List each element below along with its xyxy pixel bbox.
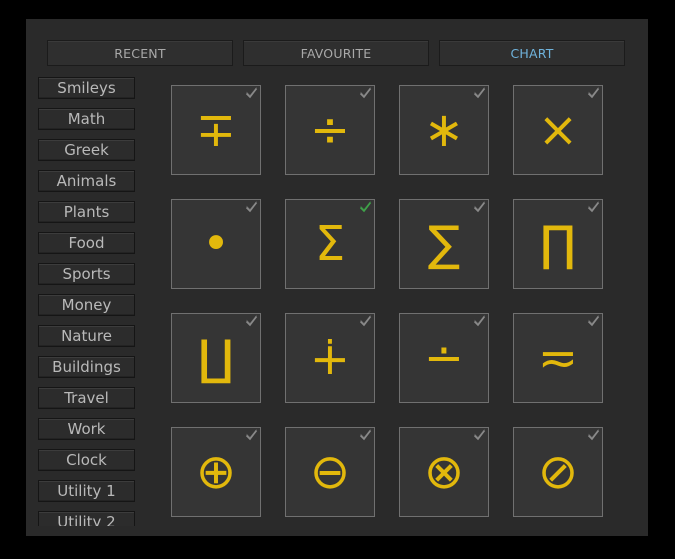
favourite-check-icon[interactable] — [587, 315, 600, 327]
category-list[interactable]: Smileys Math Greek Animals Plants Food Sports M… — [38, 77, 136, 526]
tab-bar: RECENT FAVOURITE CHART — [47, 40, 628, 66]
symbol-cell-n-ary-summation[interactable]: ∑ — [399, 199, 489, 289]
category-button-plants[interactable]: Plants — [38, 201, 135, 223]
symbol-glyph: ÷ — [309, 102, 351, 158]
symbol-glyph: ∔ — [309, 330, 351, 386]
category-button-sports[interactable]: Sports — [38, 263, 135, 285]
favourite-check-icon[interactable] — [473, 315, 486, 327]
favourite-check-icon[interactable] — [587, 87, 600, 99]
favourite-check-icon[interactable] — [359, 87, 372, 99]
category-button-utility-2[interactable]: Utility 2 — [38, 511, 135, 526]
category-button-money[interactable]: Money — [38, 294, 135, 316]
category-button-animals[interactable]: Animals — [38, 170, 135, 192]
category-button-greek[interactable]: Greek — [38, 139, 135, 161]
symbol-cell-n-ary-coproduct[interactable]: ∐ — [171, 313, 261, 403]
favourite-check-icon[interactable] — [473, 429, 486, 441]
symbol-cell-n-ary-product[interactable]: ∏ — [513, 199, 603, 289]
favourite-check-icon[interactable] — [245, 429, 258, 441]
symbol-glyph: ≂ — [537, 330, 579, 386]
symbol-cell-circled-slash[interactable]: ⊘ — [513, 427, 603, 517]
symbol-glyph: ∸ — [423, 330, 465, 386]
symbol-glyph: ⊖ — [309, 444, 351, 500]
category-button-smileys[interactable]: Smileys — [38, 77, 135, 99]
category-button-nature[interactable]: Nature — [38, 325, 135, 347]
tab-chart[interactable]: CHART — [439, 40, 625, 66]
favourite-check-icon[interactable] — [473, 87, 486, 99]
symbol-cell-dot-minus[interactable]: ∸ — [399, 313, 489, 403]
symbol-cell-sigma[interactable]: Σ — [285, 199, 375, 289]
favourite-check-icon[interactable] — [359, 429, 372, 441]
favourite-check-icon[interactable] — [359, 201, 372, 213]
category-button-work[interactable]: Work — [38, 418, 135, 440]
symbol-glyph: ∐ — [197, 330, 235, 386]
symbol-cell-multiplication[interactable]: × — [513, 85, 603, 175]
symbol-glyph: • — [201, 216, 231, 272]
favourite-check-icon[interactable] — [245, 201, 258, 213]
symbol-glyph: ∓ — [195, 102, 237, 158]
favourite-check-icon[interactable] — [473, 201, 486, 213]
symbol-cell-division[interactable]: ÷ — [285, 85, 375, 175]
favourite-check-icon[interactable] — [359, 315, 372, 327]
symbol-glyph: ∗ — [423, 102, 465, 158]
symbol-glyph: ∑ — [427, 216, 461, 272]
symbol-cell-asterisk-operator[interactable]: ∗ — [399, 85, 489, 175]
symbol-glyph: ⊕ — [195, 444, 237, 500]
symbol-cell-minus-tilde[interactable]: ≂ — [513, 313, 603, 403]
symbol-cell-circled-plus[interactable]: ⊕ — [171, 427, 261, 517]
tab-recent[interactable]: RECENT — [47, 40, 233, 66]
symbol-glyph: ⊗ — [423, 444, 465, 500]
symbol-cell-circled-times[interactable]: ⊗ — [399, 427, 489, 517]
emoji-picker-panel: RECENT FAVOURITE CHART Smileys Math Greek A… — [26, 19, 648, 536]
tab-favourite[interactable]: FAVOURITE — [243, 40, 429, 66]
symbol-cell-minus-plus[interactable]: ∓ — [171, 85, 261, 175]
favourite-check-icon[interactable] — [587, 201, 600, 213]
symbol-cell-circled-minus[interactable]: ⊖ — [285, 427, 375, 517]
favourite-check-icon[interactable] — [587, 429, 600, 441]
category-button-buildings[interactable]: Buildings — [38, 356, 135, 378]
favourite-check-icon[interactable] — [245, 315, 258, 327]
category-button-utility-1[interactable]: Utility 1 — [38, 480, 135, 502]
favourite-check-icon[interactable] — [245, 87, 258, 99]
symbol-glyph: ⊘ — [537, 444, 579, 500]
symbol-glyph: Σ — [314, 216, 346, 272]
symbol-glyph: ∏ — [539, 216, 577, 272]
category-button-math[interactable]: Math — [38, 108, 135, 130]
category-button-food[interactable]: Food — [38, 232, 135, 254]
symbol-glyph: × — [537, 102, 579, 158]
category-button-travel[interactable]: Travel — [38, 387, 135, 409]
symbol-cell-dot-plus[interactable]: ∔ — [285, 313, 375, 403]
symbol-cell-bullet-operator[interactable]: • — [171, 199, 261, 289]
category-button-clock[interactable]: Clock — [38, 449, 135, 471]
